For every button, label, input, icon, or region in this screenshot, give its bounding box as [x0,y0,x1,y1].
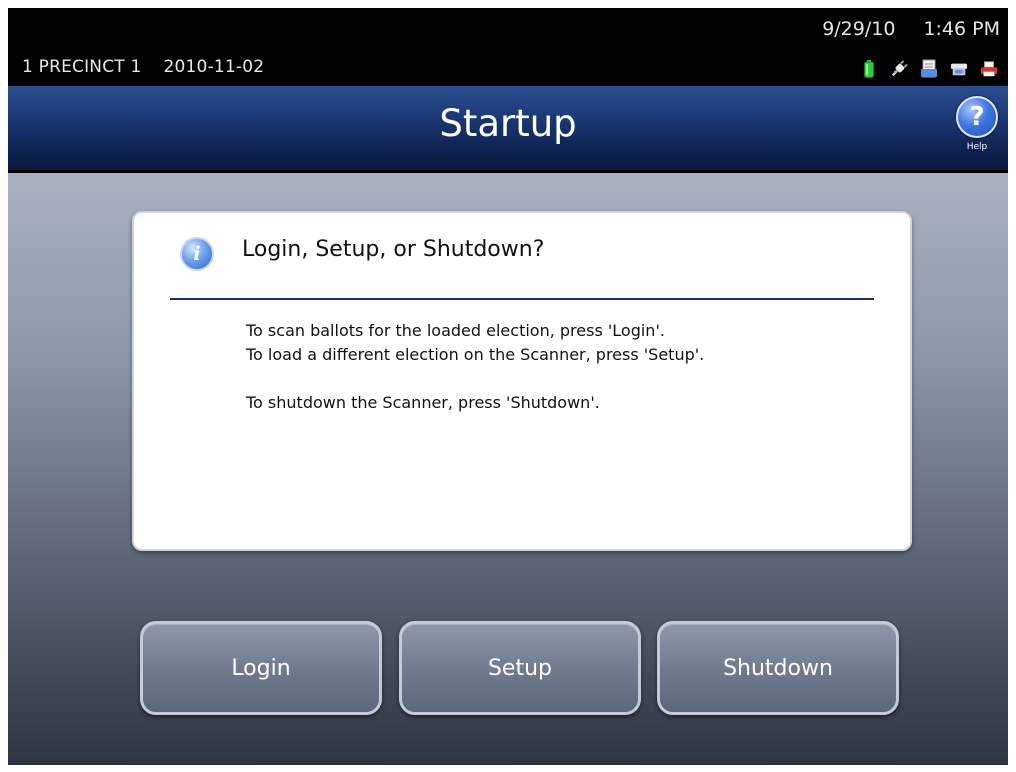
document-icon [920,59,938,79]
precinct-info: 1 PRECINCT 1 2010-11-02 [22,57,286,77]
clock: 9/29/10 1:46 PM [822,18,1000,40]
precinct-name: 1 PRECINCT 1 [22,57,142,77]
election-date: 2010-11-02 [163,57,265,77]
setup-button[interactable]: Setup [399,621,641,715]
login-button[interactable]: Login [140,621,382,715]
help-label: Help [966,142,988,152]
help-button[interactable]: ? Help [956,96,998,158]
page-title: Startup [439,102,577,145]
battery-icon [860,59,878,79]
instruction-shutdown: To shutdown the Scanner, press 'Shutdown… [246,393,600,412]
question-mark-icon[interactable]: ? [956,96,998,138]
current-time: 1:46 PM [923,18,1000,40]
ballot-box-icon [950,59,968,79]
instruction-setup: To load a different election on the Scan… [246,345,705,364]
status-bar: 1 PRECINCT 1 2010-11-02 9/29/10 1:46 PM [8,8,1008,86]
title-bar: Startup ? Help [8,86,1008,173]
power-plug-icon [890,59,908,79]
printer-icon [980,59,998,79]
info-icon: i [180,237,214,271]
shutdown-button[interactable]: Shutdown [657,621,899,715]
divider [170,298,874,300]
main-area: i Login, Setup, or Shutdown? To scan bal… [8,173,1008,765]
scanner-screen: 1 PRECINCT 1 2010-11-02 9/29/10 1:46 PM St… [8,8,1008,765]
instruction-login: To scan ballots for the loaded election,… [246,321,665,340]
dialog-title: Login, Setup, or Shutdown? [242,237,545,262]
current-date: 9/29/10 [822,18,896,40]
status-icons [860,58,998,80]
startup-dialog: i Login, Setup, or Shutdown? To scan bal… [132,211,912,551]
dialog-message: To scan ballots for the loaded election,… [246,319,704,415]
